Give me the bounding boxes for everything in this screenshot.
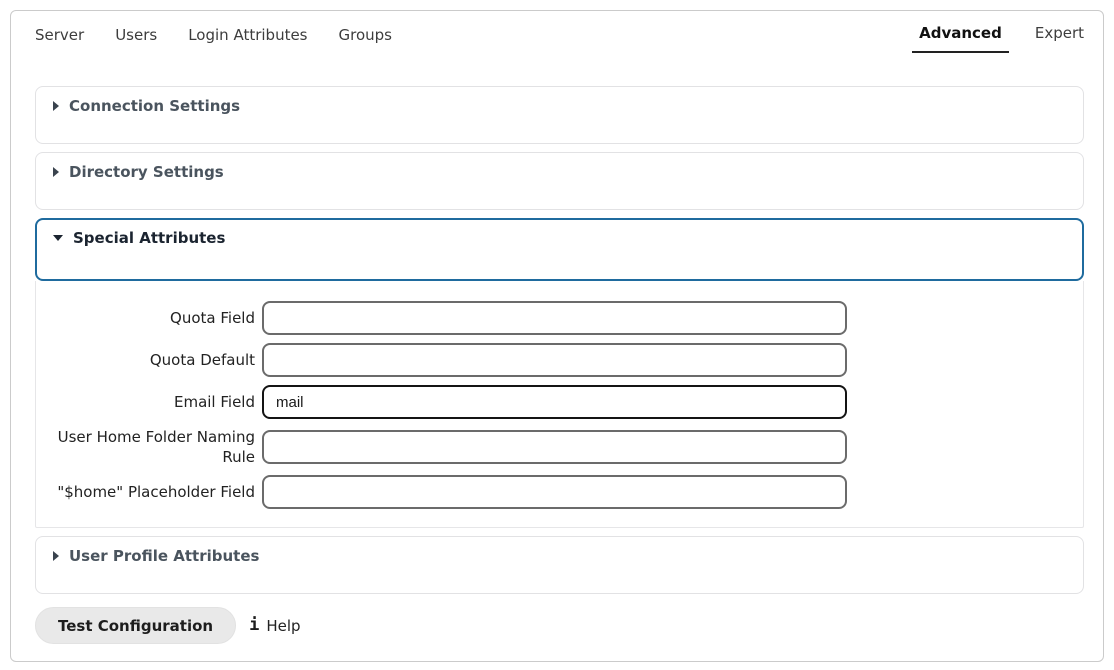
home-placeholder-field-input[interactable] [262, 475, 847, 509]
section-connection-settings[interactable]: Connection Settings [35, 86, 1084, 144]
section-title: Directory Settings [69, 163, 224, 181]
section-header: User Profile Attributes [53, 547, 1083, 565]
quota-default-label: Quota Default [36, 350, 262, 370]
email-field-input[interactable] [262, 385, 847, 419]
tab-server[interactable]: Server [35, 26, 84, 44]
field-row-email-field: Email Field [36, 385, 1083, 419]
field-row-quota-field: Quota Field [36, 301, 1083, 335]
help-label: Help [266, 617, 300, 635]
section-header: Special Attributes [53, 229, 1082, 247]
section-user-profile-attributes[interactable]: User Profile Attributes [35, 536, 1084, 594]
section-special-attributes[interactable]: Special Attributes [35, 218, 1084, 281]
quota-field-input[interactable] [262, 301, 847, 335]
quota-default-input[interactable] [262, 343, 847, 377]
field-row-quota-default: Quota Default [36, 343, 1083, 377]
special-attributes-content: Quota Field Quota Default Email Field Us… [35, 281, 1084, 528]
tab-users[interactable]: Users [115, 26, 157, 44]
section-header: Connection Settings [53, 97, 1083, 115]
tab-expert[interactable]: Expert [1035, 24, 1084, 42]
help-link[interactable]: i Help [249, 617, 300, 635]
ldap-settings-panel: Server Users Login Attributes Groups Adv… [10, 10, 1104, 662]
section-title: Special Attributes [73, 229, 225, 247]
tab-groups[interactable]: Groups [339, 26, 392, 44]
section-directory-settings[interactable]: Directory Settings [35, 152, 1084, 210]
home-folder-naming-rule-label: User Home Folder Naming Rule [36, 427, 262, 467]
tabs-left-group: Server Users Login Attributes Groups [35, 24, 392, 44]
email-field-label: Email Field [36, 392, 262, 412]
tab-bar: Server Users Login Attributes Groups Adv… [35, 11, 1084, 51]
info-icon: i [249, 617, 259, 634]
section-title: User Profile Attributes [69, 547, 259, 565]
footer-bar: Test Configuration i Help [35, 607, 1084, 644]
field-row-home-placeholder-field: "$home" Placeholder Field [36, 475, 1083, 509]
tab-advanced[interactable]: Advanced [912, 24, 1009, 53]
caret-right-icon [53, 167, 59, 177]
field-row-home-folder-naming-rule: User Home Folder Naming Rule [36, 427, 1083, 467]
caret-right-icon [53, 101, 59, 111]
section-title: Connection Settings [69, 97, 240, 115]
tab-login-attributes[interactable]: Login Attributes [188, 26, 307, 44]
section-header: Directory Settings [53, 163, 1083, 181]
quota-field-label: Quota Field [36, 308, 262, 328]
test-configuration-button[interactable]: Test Configuration [35, 607, 236, 644]
caret-right-icon [53, 551, 59, 561]
sections-list: Connection Settings Directory Settings S… [35, 86, 1084, 594]
tabs-right-group: Advanced Expert [912, 24, 1084, 53]
home-folder-naming-rule-input[interactable] [262, 430, 847, 464]
home-placeholder-field-label: "$home" Placeholder Field [36, 482, 262, 502]
caret-down-icon [53, 235, 63, 241]
